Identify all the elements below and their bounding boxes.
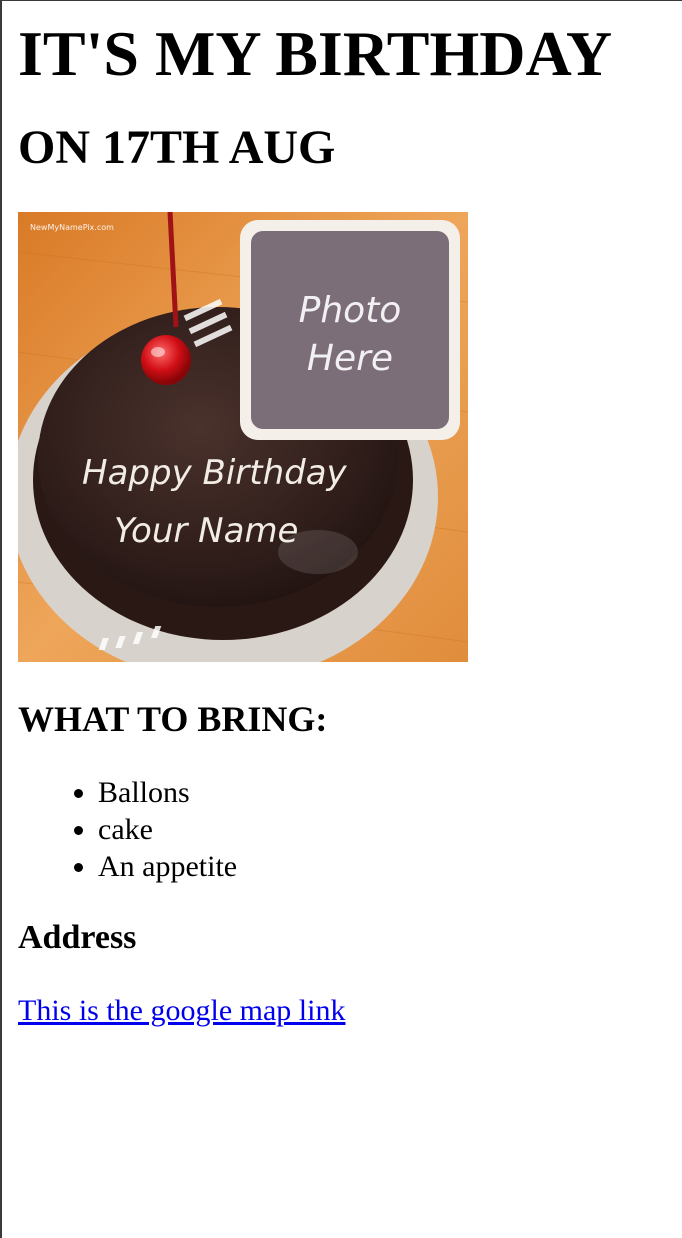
- date-heading: ON 17TH AUG: [18, 121, 336, 174]
- birthday-cake-image: NewMyNamePix.com Photo Here Happy Birthd…: [18, 212, 468, 662]
- list-item: Ballons: [98, 774, 682, 811]
- page-content: IT'S MY BIRTHDAY ON 17TH AUG NewMyNamePi…: [18, 0, 682, 1029]
- photo-placeholder-line1: Photo: [299, 290, 402, 331]
- google-map-link[interactable]: This is the google map link: [18, 993, 345, 1029]
- window-left-border: [0, 0, 2, 1238]
- list-item: cake: [98, 811, 682, 848]
- photo-placeholder-line2: Here: [307, 338, 393, 379]
- page-title: IT'S MY BIRTHDAY: [18, 18, 613, 89]
- watermark-text: NewMyNamePix.com: [30, 223, 114, 232]
- address-heading: Address: [18, 919, 137, 956]
- list-item: An appetite: [98, 848, 682, 885]
- cake-text-line1: Happy Birthday: [82, 453, 348, 493]
- bring-heading: WHAT TO BRING:: [18, 699, 328, 739]
- cherry: [141, 335, 191, 385]
- cake-text-line2: Your Name: [114, 511, 298, 551]
- bring-list: Ballons cake An appetite: [18, 774, 682, 885]
